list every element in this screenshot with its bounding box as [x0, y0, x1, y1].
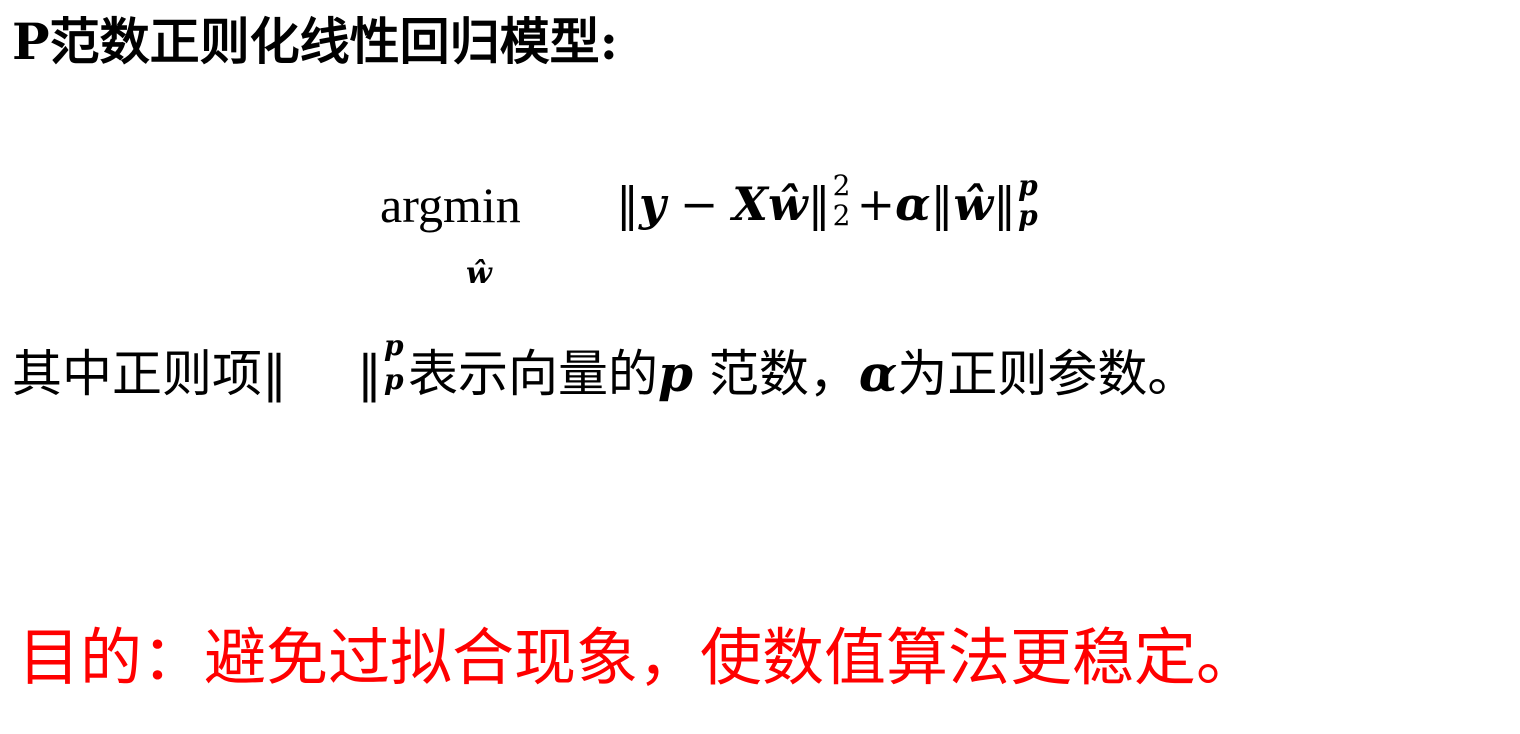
explanation-p-superscript: p — [384, 329, 404, 362]
purpose-statement: 目的：避免过拟合现象，使数值算法更稳定。 — [18, 621, 1259, 694]
var-x: X — [732, 177, 768, 231]
formula-expression: ‖y − Xŵ‖ 2 2 +α‖ŵ‖ p p — [616, 172, 1042, 238]
var-y: y — [639, 177, 666, 231]
norm-open: ‖ — [616, 177, 639, 231]
regression-formula: argmin ŵ ‖y − Xŵ‖ 2 2 +α‖ŵ‖ p p — [380, 168, 1200, 298]
slide-title: P范数正则化线性回归模型: — [12, 12, 619, 71]
plus-sign: + — [856, 177, 896, 231]
var-w-hat: ŵ — [767, 177, 808, 231]
norm-close: ‖ — [807, 177, 831, 231]
explanation-text: 其中正则项‖ ‖ p p 表示向量的p 范数，α为正则参数。 — [12, 332, 1198, 410]
explanation-part-3: 范数， — [692, 345, 859, 403]
explanation-alpha: α — [858, 344, 898, 403]
minus-sign: − — [679, 177, 719, 231]
argmin-operator: argmin — [380, 177, 521, 233]
explanation-part-4: 为正则参数。 — [897, 345, 1198, 403]
argmin-subscript: ŵ — [466, 256, 492, 291]
squared-superscript: 2 — [832, 169, 851, 202]
norm-open-2: ‖ — [930, 177, 954, 231]
explanation-norm-close: ‖ — [357, 345, 382, 403]
squared-scripts: 22 — [832, 172, 857, 238]
norm-close-2: ‖ — [993, 177, 1017, 231]
explanation-part-2: 表示向量的 — [408, 345, 658, 403]
p-subscript: p — [1018, 199, 1038, 232]
squared-subscript: 2 — [832, 199, 851, 232]
p-norm-scripts: pp — [1018, 172, 1042, 238]
explanation-p: p — [658, 344, 693, 403]
explanation-p-subscript: p — [384, 363, 404, 396]
explanation-part-1: 其中正则项‖ — [12, 345, 287, 403]
var-alpha: α — [895, 177, 931, 231]
var-w-hat-2: ŵ — [953, 177, 994, 231]
explanation-p-scripts: pp — [384, 332, 408, 410]
p-superscript: p — [1018, 169, 1038, 202]
